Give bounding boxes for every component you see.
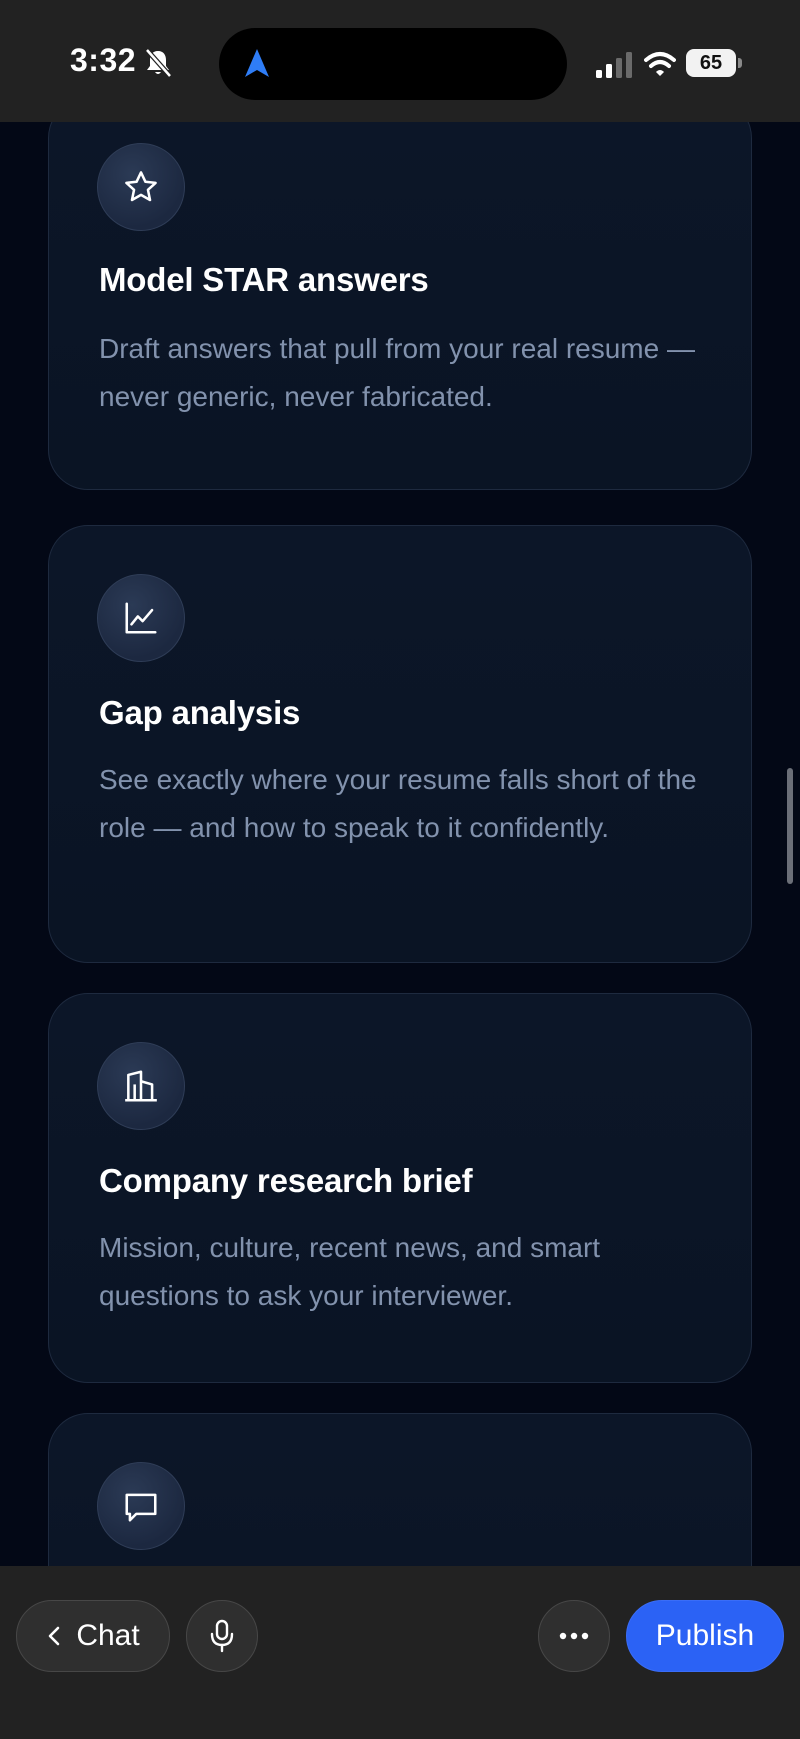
card-icon-container xyxy=(97,1462,185,1550)
chat-label: Chat xyxy=(76,1619,140,1652)
card-description: See exactly where your resume falls shor… xyxy=(99,764,697,843)
chat-button[interactable]: Chat xyxy=(16,1600,170,1672)
more-options-button[interactable] xyxy=(538,1600,610,1672)
building-icon xyxy=(125,1070,157,1102)
card-icon-container xyxy=(97,143,185,231)
bottom-toolbar: Chat Publish xyxy=(0,1566,800,1739)
location-arrow-icon xyxy=(245,49,269,77)
feature-card-star-answers[interactable]: Model STAR answers Draft answers that pu… xyxy=(48,122,752,490)
card-title: Model STAR answers xyxy=(99,261,429,298)
card-title: Company research brief xyxy=(99,1162,473,1199)
feature-card-gap-analysis[interactable]: Gap analysis See exactly where your resu… xyxy=(48,525,752,963)
feature-card-partial[interactable] xyxy=(48,1413,752,1566)
message-square-icon xyxy=(125,1493,157,1522)
publish-button[interactable]: Publish xyxy=(626,1600,784,1672)
ellipsis-icon xyxy=(559,1632,589,1640)
battery-icon: 65 xyxy=(686,49,736,77)
wifi-icon xyxy=(644,52,676,76)
microphone-icon xyxy=(210,1619,234,1653)
chart-line-icon xyxy=(125,602,157,634)
card-icon-container xyxy=(97,1042,185,1130)
battery-level: 65 xyxy=(699,51,723,74)
feature-list[interactable]: Model STAR answers Draft answers that pu… xyxy=(0,122,800,1566)
chevron-left-icon xyxy=(49,1626,60,1646)
microphone-button[interactable] xyxy=(186,1600,258,1672)
publish-label: Publish xyxy=(655,1619,755,1652)
signal-icon xyxy=(596,52,632,78)
status-time: 3:32 xyxy=(70,42,137,78)
star-icon xyxy=(125,171,157,202)
card-icon-container xyxy=(97,574,185,662)
bell-slash-icon xyxy=(145,48,172,78)
scrollbar[interactable] xyxy=(787,768,793,884)
feature-card-company-research[interactable]: Company research brief Mission, culture,… xyxy=(48,993,752,1383)
card-description: Mission, culture, recent news, and smart… xyxy=(99,1232,601,1311)
card-description: Draft answers that pull from your real r… xyxy=(99,333,695,412)
card-title: Gap analysis xyxy=(99,694,301,731)
status-bar: 3:32 65 xyxy=(0,0,800,122)
battery-tip xyxy=(738,58,742,68)
